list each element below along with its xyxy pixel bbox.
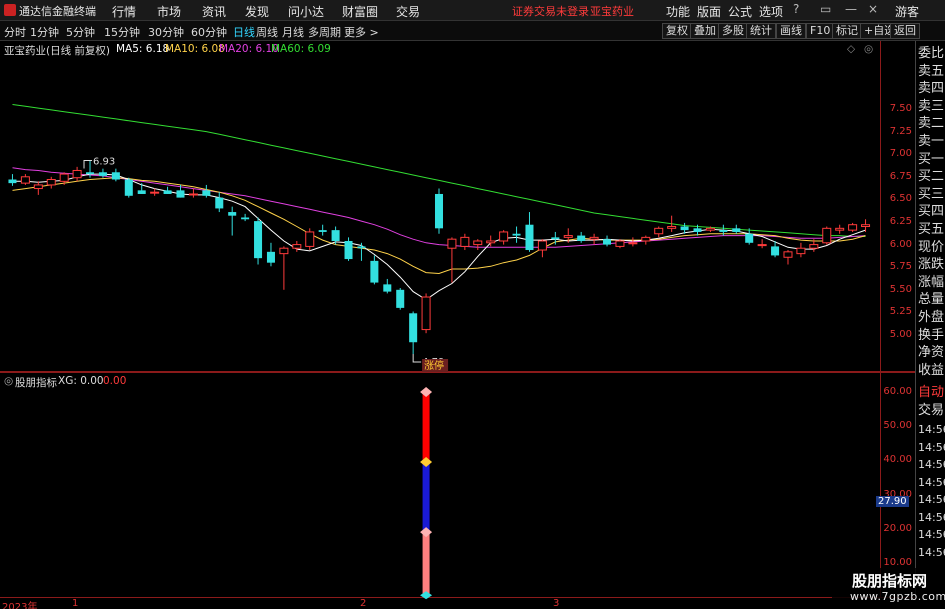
candle-body [603, 239, 612, 245]
candle-body [447, 238, 457, 249]
candle-body [318, 230, 327, 232]
candle-body [176, 190, 185, 198]
indicator-diamond [420, 387, 433, 397]
candle-body [8, 179, 17, 184]
candle-body [757, 244, 767, 247]
candle-body [383, 284, 392, 292]
candle-body [732, 228, 741, 232]
watermark: 股朋指标网 www.7gpzb.com [832, 568, 945, 609]
candle-body [641, 236, 651, 242]
candle-body [111, 172, 120, 180]
candle-body [848, 224, 858, 231]
candle-body [292, 244, 302, 249]
candle-body [771, 246, 780, 256]
candle-body [809, 244, 819, 249]
candle-body [589, 236, 599, 240]
candle-body [577, 235, 586, 241]
candle-body [667, 226, 677, 229]
candle-body [46, 179, 56, 186]
watermark-url: www.7gpzb.com [850, 590, 945, 603]
candle-body [254, 221, 263, 259]
candle-body [396, 289, 405, 308]
candle-body [370, 260, 379, 283]
low-marker [412, 353, 422, 363]
indicator-segment [422, 392, 430, 464]
high-label: 6.93 [93, 157, 115, 168]
candle-body [783, 251, 793, 258]
candle-body [563, 235, 573, 238]
zhangting-label: 涨停 [424, 359, 444, 372]
candle-body [499, 231, 509, 242]
candle-body [537, 240, 547, 251]
candle-body [241, 217, 250, 220]
candle-body [215, 197, 224, 209]
candle-body [188, 193, 198, 196]
candle-body [654, 227, 664, 235]
candle-body [796, 247, 806, 255]
candle-body [20, 176, 30, 184]
candle-body [344, 240, 353, 260]
candle-body [486, 240, 496, 244]
candle-body [434, 193, 444, 229]
candle-body [460, 236, 470, 247]
candle-body [705, 227, 715, 231]
candle-body [421, 296, 431, 331]
candle-body [409, 313, 418, 343]
candle-body [72, 169, 82, 179]
candle-body [98, 172, 107, 176]
candle-body [202, 190, 211, 196]
candle-body [266, 251, 275, 263]
candle-body [680, 226, 689, 231]
indicator-diamond [420, 457, 433, 468]
kline-chart[interactable]: 6.934.79涨停 [0, 0, 945, 609]
candle-body [137, 190, 146, 194]
candle-body [822, 227, 832, 244]
candle-body [861, 224, 871, 228]
indicator-diamond [420, 527, 433, 538]
candle-body [279, 247, 289, 255]
candle-body [473, 240, 483, 246]
candle-body [357, 246, 366, 249]
candle-body [163, 190, 172, 194]
candle-body [331, 230, 340, 241]
candle-body [628, 242, 638, 245]
candle-body [693, 228, 702, 232]
candle-body [150, 191, 160, 194]
candle-body [615, 240, 625, 247]
candle-body [745, 233, 754, 243]
candle-body [124, 179, 133, 196]
high-marker [83, 160, 93, 169]
candle-body [33, 184, 43, 190]
candle-body [835, 227, 845, 231]
indicator-base-diamond [420, 591, 433, 600]
candle-body [59, 173, 69, 182]
candle-body [86, 172, 95, 175]
candle-body [719, 230, 728, 232]
indicator-segment [422, 532, 430, 597]
candle-body [512, 233, 521, 236]
watermark-title: 股朋指标网 [852, 572, 928, 590]
candle-body [305, 231, 315, 247]
candle-body [525, 224, 534, 251]
indicator-segment [422, 463, 430, 533]
candle-body [228, 212, 237, 216]
candle-body [551, 237, 560, 240]
